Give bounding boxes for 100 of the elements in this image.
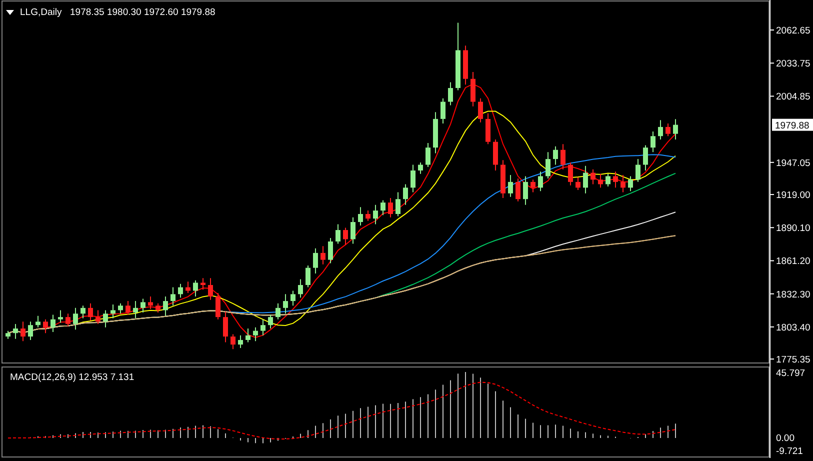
candlestick xyxy=(380,200,386,216)
candlestick xyxy=(298,278,303,298)
candlestick xyxy=(50,314,56,332)
macd-axis-label: 0.00 xyxy=(776,433,794,444)
ohlc-values: 1978.35 1980.30 1972.60 1979.88 xyxy=(70,7,216,18)
candlestick xyxy=(320,246,326,265)
price-axis-label: 2062.65 xyxy=(776,26,810,36)
candlestick xyxy=(493,139,498,171)
candlestick xyxy=(410,164,416,193)
candlestick xyxy=(500,160,506,198)
candlestick xyxy=(80,305,86,319)
candlestick xyxy=(486,112,490,145)
candlestick xyxy=(613,171,618,188)
macd-axis-label: 45.797 xyxy=(776,368,806,379)
candlestick xyxy=(268,314,273,330)
price-axis-label: 1919.00 xyxy=(776,190,810,202)
candlestick xyxy=(193,280,198,297)
candlestick xyxy=(553,146,558,166)
candlestick xyxy=(590,168,596,185)
price-axis-label: 1775.35 xyxy=(776,354,810,366)
candlestick xyxy=(58,310,63,324)
price-axis-label: 2004.85 xyxy=(776,92,810,103)
candlestick xyxy=(208,278,213,300)
candlestick xyxy=(336,224,340,244)
candlestick xyxy=(276,302,280,320)
candlestick xyxy=(373,204,378,225)
candlestick xyxy=(186,281,190,294)
candlestick xyxy=(313,248,318,274)
candlestick xyxy=(238,334,243,348)
symbol-label: LLG,Daily xyxy=(20,7,62,18)
candlestick xyxy=(560,144,566,170)
price-axis-label: 1890.10 xyxy=(776,223,810,234)
candlestick xyxy=(28,321,33,340)
candlestick xyxy=(433,112,438,154)
candlestick xyxy=(448,82,453,106)
candlestick xyxy=(470,71,476,107)
candlestick xyxy=(103,310,108,328)
candlestick xyxy=(156,302,160,313)
candlestick xyxy=(170,286,176,306)
candlestick xyxy=(366,210,370,222)
candlestick xyxy=(516,178,520,202)
candlestick xyxy=(576,176,580,190)
candlestick xyxy=(6,330,10,340)
candlestick xyxy=(650,131,656,153)
candlestick xyxy=(118,302,123,314)
candlestick xyxy=(260,318,266,336)
candlestick xyxy=(66,313,70,327)
price-axis-label: 1947.05 xyxy=(776,158,810,169)
candlestick xyxy=(426,142,430,168)
candlestick xyxy=(568,162,573,186)
candlestick xyxy=(546,152,550,179)
candlestick xyxy=(628,176,633,192)
macd-label: MACD(12,26,9) 12.953 7.131 xyxy=(10,372,134,383)
candlestick xyxy=(328,238,333,264)
candlestick xyxy=(133,300,138,319)
candlestick xyxy=(658,120,663,140)
candlestick xyxy=(583,165,588,194)
candlestick xyxy=(140,298,146,313)
candlestick xyxy=(36,315,40,328)
candlestick xyxy=(456,22,460,91)
candlestick xyxy=(523,176,528,206)
candlestick xyxy=(88,302,93,321)
candlestick xyxy=(110,304,116,319)
candlestick xyxy=(283,294,288,314)
candlestick xyxy=(606,173,610,187)
price-axis-label: 2033.75 xyxy=(776,58,810,70)
candlestick xyxy=(73,307,78,330)
candlestick xyxy=(478,98,483,123)
current-price-tag: 1979.88 xyxy=(772,118,813,132)
candlestick xyxy=(148,296,153,310)
candlestick xyxy=(126,300,130,316)
candlestick xyxy=(253,326,258,342)
candlestick xyxy=(673,118,678,140)
macd-axis-label: -9.721 xyxy=(776,446,803,457)
price-axis-label: 1861.20 xyxy=(776,256,810,268)
candlestick xyxy=(358,206,363,226)
candlestick xyxy=(636,158,640,182)
candlestick xyxy=(403,184,408,206)
candlestick xyxy=(530,179,536,193)
candlestick xyxy=(290,290,296,306)
candlestick xyxy=(620,174,626,193)
candlestick xyxy=(538,171,543,192)
candlestick xyxy=(223,310,228,343)
candlestick xyxy=(216,292,220,320)
candlestick xyxy=(440,98,446,124)
candlestick xyxy=(43,318,48,334)
candlestick xyxy=(200,278,206,290)
price-axis-label: 1803.40 xyxy=(776,322,810,334)
candlestick xyxy=(306,265,310,288)
candlestick xyxy=(20,321,26,342)
candlestick xyxy=(643,144,648,171)
candlestick xyxy=(343,227,348,246)
candlestick xyxy=(508,174,513,198)
candlestick xyxy=(666,123,670,137)
candlestick xyxy=(13,323,18,340)
candlestick xyxy=(463,45,468,86)
candlestick xyxy=(350,216,356,244)
candlestick xyxy=(598,173,603,188)
candlestick xyxy=(96,310,100,324)
dropdown-triangle-icon[interactable] xyxy=(6,10,14,15)
